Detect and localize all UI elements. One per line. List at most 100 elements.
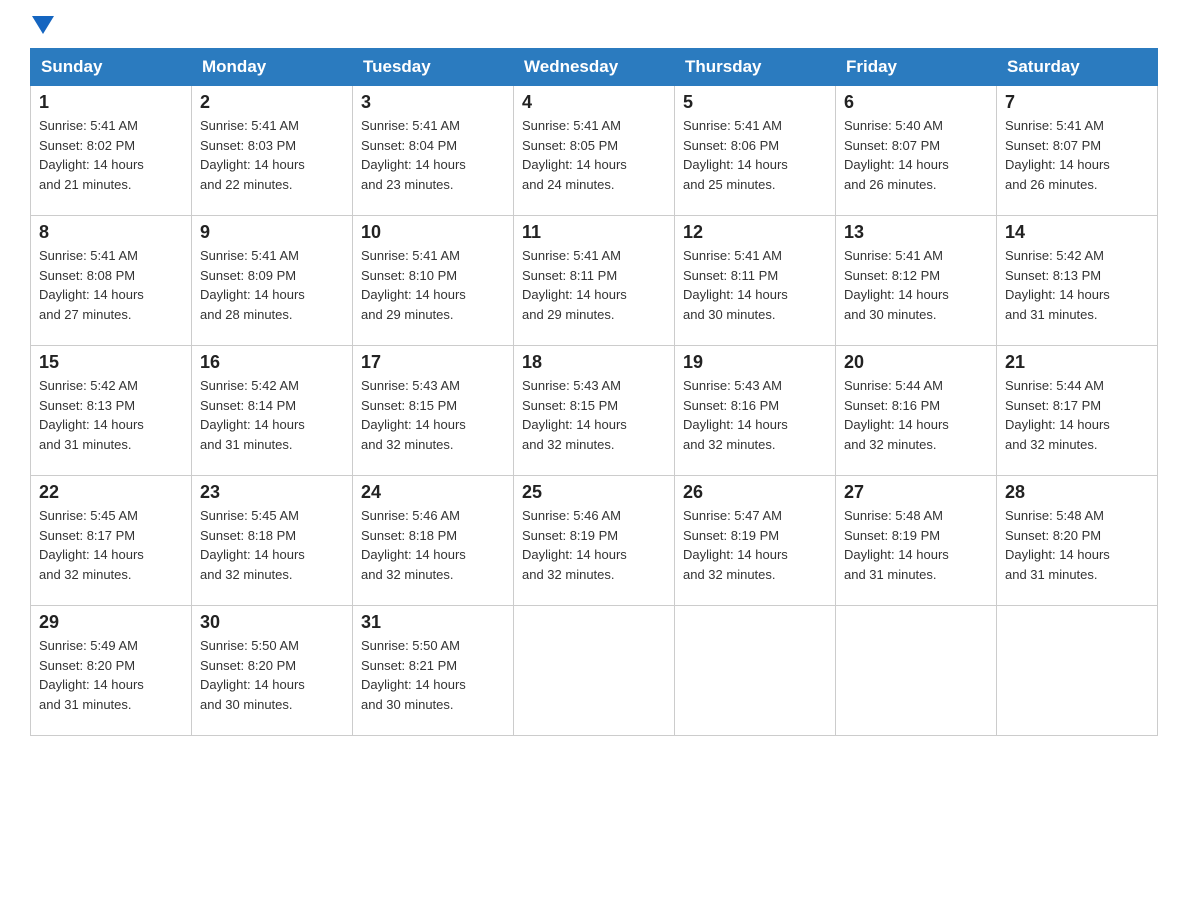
day-info: Sunrise: 5:41 AMSunset: 8:07 PMDaylight:… <box>1005 116 1149 194</box>
day-info: Sunrise: 5:46 AMSunset: 8:19 PMDaylight:… <box>522 506 666 584</box>
calendar-cell: 23 Sunrise: 5:45 AMSunset: 8:18 PMDayligh… <box>192 476 353 606</box>
day-number: 8 <box>39 222 183 243</box>
calendar-cell: 7 Sunrise: 5:41 AMSunset: 8:07 PMDaylight… <box>997 86 1158 216</box>
calendar-header-row: SundayMondayTuesdayWednesdayThursdayFrid… <box>31 49 1158 86</box>
logo-triangle-icon <box>32 16 54 38</box>
column-header-sunday: Sunday <box>31 49 192 86</box>
day-info: Sunrise: 5:49 AMSunset: 8:20 PMDaylight:… <box>39 636 183 714</box>
calendar-cell <box>836 606 997 736</box>
calendar-week-row: 22 Sunrise: 5:45 AMSunset: 8:17 PMDayligh… <box>31 476 1158 606</box>
column-header-tuesday: Tuesday <box>353 49 514 86</box>
calendar-cell: 2 Sunrise: 5:41 AMSunset: 8:03 PMDaylight… <box>192 86 353 216</box>
calendar-cell: 5 Sunrise: 5:41 AMSunset: 8:06 PMDaylight… <box>675 86 836 216</box>
day-info: Sunrise: 5:50 AMSunset: 8:20 PMDaylight:… <box>200 636 344 714</box>
column-header-wednesday: Wednesday <box>514 49 675 86</box>
day-number: 7 <box>1005 92 1149 113</box>
day-info: Sunrise: 5:43 AMSunset: 8:15 PMDaylight:… <box>522 376 666 454</box>
calendar-cell <box>675 606 836 736</box>
day-number: 21 <box>1005 352 1149 373</box>
day-number: 28 <box>1005 482 1149 503</box>
calendar-cell: 29 Sunrise: 5:49 AMSunset: 8:20 PMDayligh… <box>31 606 192 736</box>
day-number: 2 <box>200 92 344 113</box>
calendar-cell <box>997 606 1158 736</box>
column-header-thursday: Thursday <box>675 49 836 86</box>
calendar-cell: 26 Sunrise: 5:47 AMSunset: 8:19 PMDayligh… <box>675 476 836 606</box>
day-number: 3 <box>361 92 505 113</box>
calendar-cell: 4Sunrise: 5:41 AMSunset: 8:05 PMDaylight… <box>514 86 675 216</box>
day-info: Sunrise: 5:48 AMSunset: 8:20 PMDaylight:… <box>1005 506 1149 584</box>
day-number: 10 <box>361 222 505 243</box>
day-number: 29 <box>39 612 183 633</box>
calendar-cell <box>514 606 675 736</box>
day-number: 11 <box>522 222 666 243</box>
day-info: Sunrise: 5:41 AMSunset: 8:10 PMDaylight:… <box>361 246 505 324</box>
day-info: Sunrise: 5:45 AMSunset: 8:17 PMDaylight:… <box>39 506 183 584</box>
calendar-cell: 21 Sunrise: 5:44 AMSunset: 8:17 PMDayligh… <box>997 346 1158 476</box>
calendar-cell: 16 Sunrise: 5:42 AMSunset: 8:14 PMDayligh… <box>192 346 353 476</box>
calendar-cell: 14 Sunrise: 5:42 AMSunset: 8:13 PMDayligh… <box>997 216 1158 346</box>
day-number: 24 <box>361 482 505 503</box>
calendar-cell: 30 Sunrise: 5:50 AMSunset: 8:20 PMDayligh… <box>192 606 353 736</box>
calendar-cell: 19 Sunrise: 5:43 AMSunset: 8:16 PMDayligh… <box>675 346 836 476</box>
calendar-cell: 9Sunrise: 5:41 AMSunset: 8:09 PMDaylight… <box>192 216 353 346</box>
day-info: Sunrise: 5:41 AMSunset: 8:04 PMDaylight:… <box>361 116 505 194</box>
day-info: Sunrise: 5:41 AMSunset: 8:06 PMDaylight:… <box>683 116 827 194</box>
day-number: 26 <box>683 482 827 503</box>
calendar-cell: 6 Sunrise: 5:40 AMSunset: 8:07 PMDaylight… <box>836 86 997 216</box>
day-info: Sunrise: 5:50 AMSunset: 8:21 PMDaylight:… <box>361 636 505 714</box>
day-info: Sunrise: 5:42 AMSunset: 8:13 PMDaylight:… <box>1005 246 1149 324</box>
day-info: Sunrise: 5:45 AMSunset: 8:18 PMDaylight:… <box>200 506 344 584</box>
day-info: Sunrise: 5:44 AMSunset: 8:16 PMDaylight:… <box>844 376 988 454</box>
day-number: 5 <box>683 92 827 113</box>
day-number: 16 <box>200 352 344 373</box>
day-number: 12 <box>683 222 827 243</box>
day-number: 6 <box>844 92 988 113</box>
day-number: 18 <box>522 352 666 373</box>
calendar-cell: 20 Sunrise: 5:44 AMSunset: 8:16 PMDayligh… <box>836 346 997 476</box>
calendar-cell: 11 Sunrise: 5:41 AMSunset: 8:11 PMDayligh… <box>514 216 675 346</box>
day-info: Sunrise: 5:41 AMSunset: 8:02 PMDaylight:… <box>39 116 183 194</box>
column-header-friday: Friday <box>836 49 997 86</box>
calendar-cell: 1 Sunrise: 5:41 AMSunset: 8:02 PMDaylight… <box>31 86 192 216</box>
day-info: Sunrise: 5:41 AMSunset: 8:08 PMDaylight:… <box>39 246 183 324</box>
day-info: Sunrise: 5:40 AMSunset: 8:07 PMDaylight:… <box>844 116 988 194</box>
day-number: 19 <box>683 352 827 373</box>
day-info: Sunrise: 5:42 AMSunset: 8:14 PMDaylight:… <box>200 376 344 454</box>
calendar-cell: 25 Sunrise: 5:46 AMSunset: 8:19 PMDayligh… <box>514 476 675 606</box>
day-number: 31 <box>361 612 505 633</box>
calendar-table: SundayMondayTuesdayWednesdayThursdayFrid… <box>30 48 1158 736</box>
day-info: Sunrise: 5:41 AMSunset: 8:05 PMDaylight:… <box>522 116 666 194</box>
calendar-cell: 18 Sunrise: 5:43 AMSunset: 8:15 PMDayligh… <box>514 346 675 476</box>
day-info: Sunrise: 5:44 AMSunset: 8:17 PMDaylight:… <box>1005 376 1149 454</box>
day-info: Sunrise: 5:46 AMSunset: 8:18 PMDaylight:… <box>361 506 505 584</box>
day-info: Sunrise: 5:43 AMSunset: 8:15 PMDaylight:… <box>361 376 505 454</box>
day-info: Sunrise: 5:41 AMSunset: 8:03 PMDaylight:… <box>200 116 344 194</box>
day-number: 20 <box>844 352 988 373</box>
day-number: 30 <box>200 612 344 633</box>
day-number: 27 <box>844 482 988 503</box>
day-number: 14 <box>1005 222 1149 243</box>
calendar-week-row: 8 Sunrise: 5:41 AMSunset: 8:08 PMDaylight… <box>31 216 1158 346</box>
calendar-cell: 12 Sunrise: 5:41 AMSunset: 8:11 PMDayligh… <box>675 216 836 346</box>
day-number: 25 <box>522 482 666 503</box>
calendar-cell: 15Sunrise: 5:42 AMSunset: 8:13 PMDayligh… <box>31 346 192 476</box>
day-info: Sunrise: 5:48 AMSunset: 8:19 PMDaylight:… <box>844 506 988 584</box>
calendar-cell: 3 Sunrise: 5:41 AMSunset: 8:04 PMDaylight… <box>353 86 514 216</box>
calendar-cell: 8 Sunrise: 5:41 AMSunset: 8:08 PMDaylight… <box>31 216 192 346</box>
day-number: 1 <box>39 92 183 113</box>
day-info: Sunrise: 5:41 AMSunset: 8:11 PMDaylight:… <box>683 246 827 324</box>
day-info: Sunrise: 5:41 AMSunset: 8:09 PMDaylight:… <box>200 246 344 324</box>
day-number: 17 <box>361 352 505 373</box>
day-number: 23 <box>200 482 344 503</box>
day-number: 15 <box>39 352 183 373</box>
column-header-monday: Monday <box>192 49 353 86</box>
day-number: 22 <box>39 482 183 503</box>
calendar-cell: 31 Sunrise: 5:50 AMSunset: 8:21 PMDayligh… <box>353 606 514 736</box>
calendar-week-row: 1 Sunrise: 5:41 AMSunset: 8:02 PMDaylight… <box>31 86 1158 216</box>
day-info: Sunrise: 5:43 AMSunset: 8:16 PMDaylight:… <box>683 376 827 454</box>
calendar-week-row: 15Sunrise: 5:42 AMSunset: 8:13 PMDayligh… <box>31 346 1158 476</box>
day-info: Sunrise: 5:41 AMSunset: 8:11 PMDaylight:… <box>522 246 666 324</box>
calendar-cell: 24 Sunrise: 5:46 AMSunset: 8:18 PMDayligh… <box>353 476 514 606</box>
day-info: Sunrise: 5:47 AMSunset: 8:19 PMDaylight:… <box>683 506 827 584</box>
day-info: Sunrise: 5:41 AMSunset: 8:12 PMDaylight:… <box>844 246 988 324</box>
